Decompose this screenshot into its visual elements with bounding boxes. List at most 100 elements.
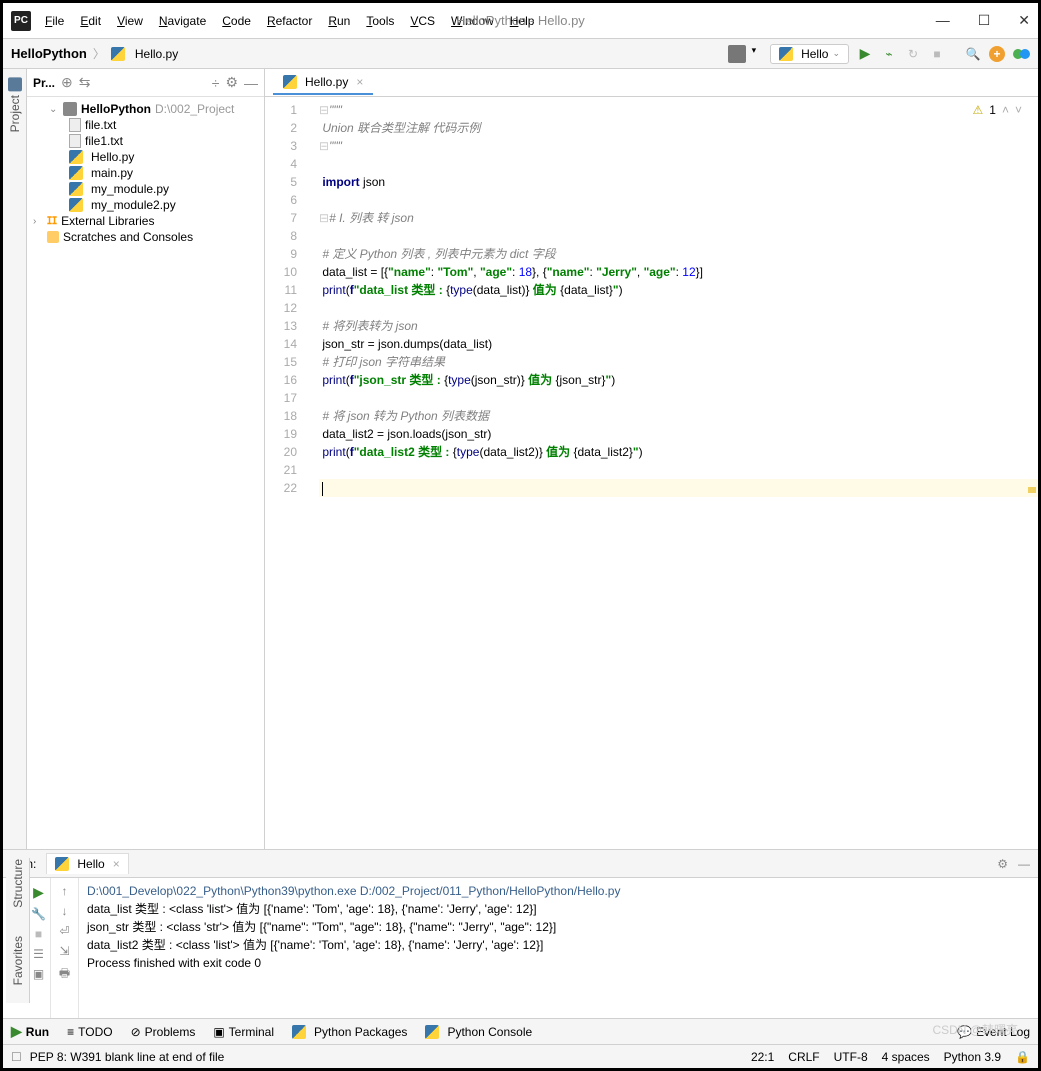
- tree-file[interactable]: main.py: [33, 165, 258, 181]
- close-button[interactable]: ✕: [1018, 12, 1030, 29]
- run-toolwindow-button[interactable]: ▶Run: [11, 1023, 49, 1040]
- code-line[interactable]: # 将 json 转为 Python 列表数据: [319, 407, 1038, 425]
- hide-icon[interactable]: —: [244, 75, 258, 91]
- file-encoding[interactable]: UTF-8: [834, 1050, 868, 1064]
- code-line[interactable]: ⊟""": [319, 101, 1038, 119]
- code-line[interactable]: [319, 461, 1038, 479]
- print-icon[interactable]: 🖶: [59, 964, 70, 985]
- tree-file[interactable]: file1.txt: [33, 133, 258, 149]
- soft-wrap-icon[interactable]: ⏎: [59, 924, 69, 938]
- tree-file[interactable]: Hello.py: [33, 149, 258, 165]
- code-line[interactable]: import json: [319, 173, 1038, 191]
- tree-root[interactable]: ⌄ HelloPython D:\002_Project: [33, 101, 258, 117]
- close-tab-icon[interactable]: ×: [356, 75, 363, 89]
- code-line[interactable]: print(f"json_str 类型 : {type(json_str)} 值…: [319, 371, 1038, 389]
- code-line[interactable]: [319, 389, 1038, 407]
- menu-view[interactable]: View: [115, 12, 145, 30]
- code-line[interactable]: ⊟# I. 列表 转 json: [319, 209, 1038, 227]
- tree-file[interactable]: file.txt: [33, 117, 258, 133]
- chevron-up-icon[interactable]: ˄: [1002, 101, 1009, 119]
- code-line[interactable]: # 定义 Python 列表 , 列表中元素为 dict 字段: [319, 245, 1038, 263]
- editor-inspections[interactable]: ⚠ 1 ˄ ˅: [973, 101, 1022, 119]
- restore-layout-icon[interactable]: ▣: [33, 967, 44, 981]
- menu-tools[interactable]: Tools: [364, 12, 396, 30]
- dump-threads-icon[interactable]: ☰: [33, 947, 44, 961]
- editor-tab-hello[interactable]: Hello.py ×: [273, 71, 373, 95]
- menu-refactor[interactable]: Refactor: [265, 12, 314, 30]
- code-line[interactable]: [319, 479, 1038, 497]
- console-output[interactable]: D:\001_Develop\022_Python\Python39\pytho…: [79, 878, 1038, 1018]
- menu-run[interactable]: Run: [326, 12, 352, 30]
- cursor-position[interactable]: 22:1: [751, 1050, 774, 1064]
- hide-icon[interactable]: —: [1018, 857, 1030, 871]
- tool-window-quick-access-icon[interactable]: ☐: [11, 1050, 22, 1064]
- debug-button[interactable]: ⌁: [881, 46, 897, 62]
- run-with-coverage-button[interactable]: ↻: [905, 46, 921, 62]
- breadcrumb[interactable]: HelloPython 〉 Hello.py: [11, 45, 178, 62]
- project-panel-title[interactable]: Pr...: [33, 76, 55, 90]
- menu-file[interactable]: File: [43, 12, 66, 30]
- pyconsole-toolwindow-button[interactable]: Python Console: [425, 1025, 532, 1039]
- menu-edit[interactable]: Edit: [78, 12, 103, 30]
- python-interpreter[interactable]: Python 3.9: [944, 1050, 1001, 1064]
- up-icon[interactable]: ↑: [62, 884, 68, 898]
- code-line[interactable]: data_list = [{"name": "Tom", "age": 18},…: [319, 263, 1038, 281]
- pypackages-toolwindow-button[interactable]: Python Packages: [292, 1025, 407, 1039]
- tree-scratches[interactable]: Scratches and Consoles: [33, 229, 258, 245]
- stop-button[interactable]: ■: [35, 927, 42, 941]
- code-line[interactable]: [319, 191, 1038, 209]
- tree-external-libraries[interactable]: › ⵊⵊ External Libraries: [33, 213, 258, 229]
- project-toolwindow-button[interactable]: Project: [8, 77, 22, 132]
- settings-icon[interactable]: ⚙: [997, 857, 1008, 871]
- code-line[interactable]: [319, 227, 1038, 245]
- run-button[interactable]: ▶: [857, 46, 873, 62]
- modify-run-config-icon[interactable]: 🔧: [31, 907, 46, 921]
- editor-scrollbar[interactable]: [1026, 97, 1036, 849]
- structure-toolwindow-button[interactable]: Structure: [11, 859, 25, 908]
- terminal-toolwindow-button[interactable]: ▣Terminal: [213, 1025, 274, 1039]
- minimize-button[interactable]: —: [936, 12, 950, 29]
- stop-button[interactable]: ■: [929, 46, 945, 62]
- problems-toolwindow-button[interactable]: ⊘Problems: [131, 1025, 196, 1039]
- updates-icon[interactable]: +: [989, 46, 1005, 62]
- code-line[interactable]: print(f"data_list2 类型 : {type(data_list2…: [319, 443, 1038, 461]
- code-line[interactable]: [319, 299, 1038, 317]
- settings-icon[interactable]: ⚙: [225, 74, 238, 91]
- run-config-selector[interactable]: Hello ⌄: [770, 44, 849, 64]
- expand-all-icon[interactable]: ⇆: [79, 74, 91, 91]
- maximize-button[interactable]: ☐: [978, 12, 991, 29]
- scroll-to-end-icon[interactable]: ⇲: [59, 944, 69, 958]
- code-line[interactable]: ⊟""": [319, 137, 1038, 155]
- search-everywhere-button[interactable]: 🔍: [965, 46, 981, 62]
- favorites-toolwindow-button[interactable]: Favorites: [11, 936, 25, 985]
- code-line[interactable]: # 打印 json 字符串结果: [319, 353, 1038, 371]
- line-separator[interactable]: CRLF: [788, 1050, 819, 1064]
- lock-icon[interactable]: 🔒: [1015, 1050, 1030, 1064]
- code-line[interactable]: [319, 155, 1038, 173]
- code-line[interactable]: data_list2 = json.loads(json_str): [319, 425, 1038, 443]
- code-line[interactable]: Union 联合类型注解 代码示例: [319, 119, 1038, 137]
- breadcrumb-project[interactable]: HelloPython: [11, 46, 87, 61]
- down-icon[interactable]: ↓: [62, 904, 68, 918]
- tree-file[interactable]: my_module.py: [33, 181, 258, 197]
- indent-settings[interactable]: 4 spaces: [882, 1050, 930, 1064]
- menu-code[interactable]: Code: [220, 12, 253, 30]
- warning-marker[interactable]: [1028, 487, 1036, 493]
- rerun-button[interactable]: ▶: [33, 884, 44, 901]
- code-line[interactable]: json_str = json.dumps(data_list): [319, 335, 1038, 353]
- breadcrumb-file[interactable]: Hello.py: [135, 47, 178, 61]
- select-opened-file-icon[interactable]: ⊕: [61, 74, 73, 91]
- user-icon[interactable]: [728, 45, 746, 63]
- menu-vcs[interactable]: VCS: [408, 12, 437, 30]
- code-line[interactable]: print(f"data_list 类型 : {type(data_list)}…: [319, 281, 1038, 299]
- code-content[interactable]: ⊟""" Union 联合类型注解 代码示例⊟""" import json ⊟…: [311, 97, 1038, 849]
- run-tab-hello[interactable]: Hello ×: [46, 853, 128, 874]
- todo-toolwindow-button[interactable]: ≡TODO: [67, 1025, 112, 1039]
- code-line[interactable]: # 将列表转为 json: [319, 317, 1038, 335]
- close-icon[interactable]: ×: [113, 857, 120, 871]
- tree-file[interactable]: my_module2.py: [33, 197, 258, 213]
- ide-scripting-icon[interactable]: [1013, 49, 1030, 59]
- collapse-all-icon[interactable]: ÷: [212, 75, 220, 91]
- editor-body[interactable]: 12345678910111213141516171819202122 ⊟"""…: [265, 97, 1038, 849]
- chevron-down-icon[interactable]: ˅: [1015, 101, 1022, 119]
